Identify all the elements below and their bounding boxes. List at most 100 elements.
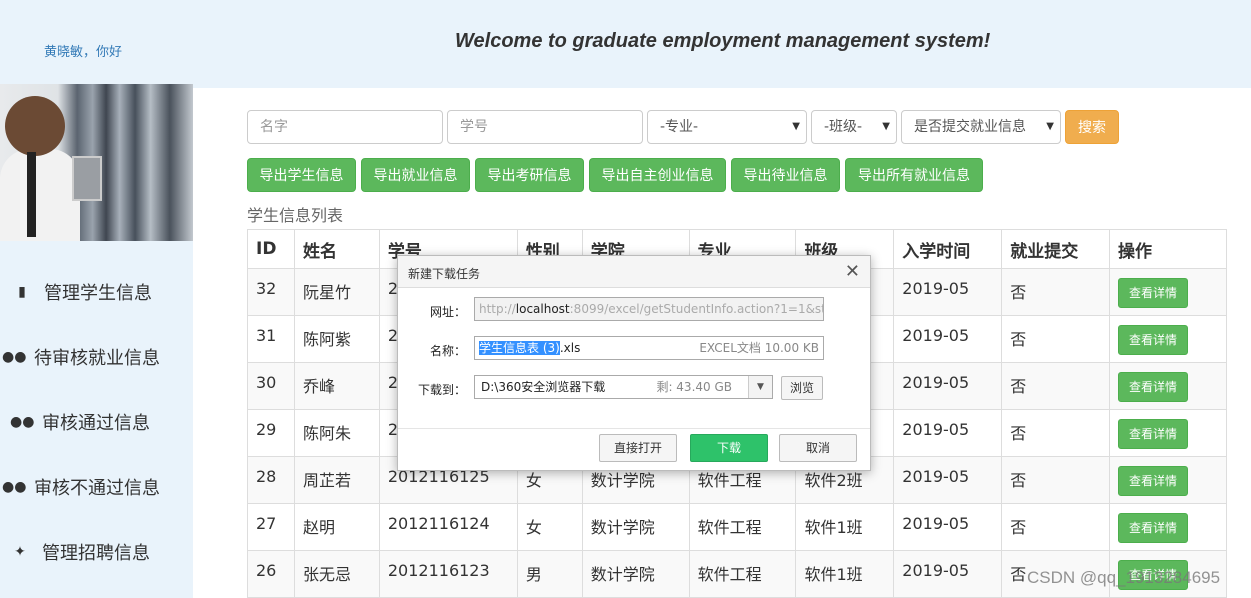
table-cell: 2012116123	[378, 550, 518, 598]
user-greeting: 黄晓敏，你好	[44, 45, 123, 60]
major-value: -专业-	[660, 119, 699, 135]
name-input[interactable]: 名字	[247, 110, 443, 144]
export-postgrad-button[interactable]: 导出考研信息	[475, 158, 584, 192]
table-cell: 陈阿朱	[293, 409, 380, 457]
export-students-button[interactable]: 导出学生信息	[247, 158, 356, 192]
url-field[interactable]: http://localhost:8099/excel/getStudentIn…	[474, 297, 824, 321]
download-button[interactable]: 下载	[690, 434, 768, 462]
submitted-select[interactable]: 是否提交就业信息 ▼	[901, 110, 1061, 144]
filename-field[interactable]: 学生信息表 (3).xls EXCEL文档 10.00 KB	[474, 336, 824, 360]
url-host: localhost	[515, 302, 570, 316]
table-cell: 否	[1001, 503, 1111, 551]
table-cell: 2019-05	[893, 503, 1003, 551]
table-cell: 2019-05	[893, 409, 1003, 457]
url-prefix: http://	[479, 302, 516, 316]
watermark: CSDN @qq_1913284695	[1027, 568, 1221, 587]
list-title: 学生信息列表	[247, 206, 344, 225]
users-icon: ●●	[2, 349, 27, 365]
table-cell: 否	[1001, 268, 1111, 316]
table-cell: 数计学院	[581, 503, 690, 551]
student-id-input[interactable]: 学号	[447, 110, 643, 144]
dest-path: D:\360安全浏览器下载	[481, 380, 606, 394]
filename-selected: 学生信息表 (3)	[479, 341, 560, 355]
book-icon: ▮	[18, 284, 26, 300]
export-all-button[interactable]: 导出所有就业信息	[845, 158, 983, 192]
table-cell: 26	[247, 550, 295, 598]
sidebar-item-label: 审核通过信息	[42, 413, 150, 434]
table-cell: 软件1班	[795, 550, 895, 598]
table-cell: 28	[247, 456, 295, 504]
table-cell: 乔峰	[293, 362, 380, 410]
search-button[interactable]: 搜索	[1065, 110, 1119, 144]
free-space: 剩: 43.40 GB	[656, 380, 732, 394]
table-cell: 查看详情	[1109, 362, 1227, 410]
view-details-button[interactable]: 查看详情	[1118, 278, 1189, 308]
table-cell: 31	[247, 315, 295, 363]
url-rest: :8099/excel/getStudentInfo.action?1=1&st…	[569, 302, 824, 316]
table-cell: 2019-05	[893, 362, 1003, 410]
table-cell: 2019-05	[893, 456, 1003, 504]
table-cell: 2019-05	[893, 315, 1003, 363]
table-cell: 女	[516, 503, 583, 551]
dest-label: 下载到：	[417, 383, 466, 397]
sidebar-item-label: 待审核就业信息	[34, 348, 160, 369]
table-row: 27 赵明 2012116124 女数计学院 软件工程 软件1班 2019-05 否查看详情	[247, 503, 1227, 551]
banner-image	[0, 84, 193, 241]
table-cell: 32	[247, 268, 295, 316]
major-select[interactable]: -专业- ▼	[647, 110, 807, 144]
table-cell: 否	[1001, 409, 1111, 457]
view-details-button[interactable]: 查看详情	[1118, 513, 1189, 543]
welcome-title: Welcome to graduate employment managemen…	[455, 30, 991, 52]
download-dialog: 新建下载任务 ✕ 网址： http://localhost:8099/excel…	[397, 255, 871, 471]
column-header: 操作	[1109, 229, 1227, 269]
sidebar-item-rejected[interactable]: ●● 审核不通过信息	[0, 467, 193, 507]
table-cell: 否	[1001, 362, 1111, 410]
dest-select[interactable]: D:\360安全浏览器下载 剩: 43.40 GB ▼	[474, 375, 773, 399]
dropdown-arrow-icon: ▼	[1046, 121, 1054, 132]
table-cell: 软件1班	[795, 503, 895, 551]
table-cell: 查看详情	[1109, 503, 1227, 551]
table-cell: 数计学院	[581, 550, 690, 598]
table-cell: 软件工程	[688, 550, 797, 598]
table-cell: 赵明	[293, 503, 380, 551]
table-cell: 2012116124	[378, 503, 518, 551]
browse-button[interactable]: 浏览	[781, 376, 823, 400]
column-header: ID	[247, 229, 295, 269]
filename-ext: .xls	[559, 341, 581, 355]
sidebar-item-label: 管理招聘信息	[42, 543, 150, 564]
table-cell: 2019-05	[893, 550, 1003, 598]
cancel-button[interactable]: 取消	[779, 434, 857, 462]
table-cell: 否	[1001, 315, 1111, 363]
submitted-value: 是否提交就业信息	[914, 119, 1026, 135]
class-value: -班级-	[824, 119, 863, 135]
table-cell: 30	[247, 362, 295, 410]
header: 黄晓敏，你好 Welcome to graduate employment ma…	[0, 0, 1251, 88]
table-cell: 陈阿紫	[293, 315, 380, 363]
sidebar-item-pending[interactable]: ●● 待审核就业信息	[0, 337, 193, 377]
table-cell: 查看详情	[1109, 456, 1227, 504]
view-details-button[interactable]: 查看详情	[1118, 372, 1189, 402]
sidebar-item-recruitment[interactable]: ✦ 管理招聘信息	[0, 532, 193, 572]
sidebar-item-label: 管理学生信息	[44, 283, 152, 304]
column-header: 就业提交	[1001, 229, 1111, 269]
view-details-button[interactable]: 查看详情	[1118, 325, 1189, 355]
view-details-button[interactable]: 查看详情	[1118, 419, 1189, 449]
dialog-title: 新建下载任务	[398, 256, 870, 288]
table-cell: 张无忌	[293, 550, 380, 598]
open-direct-button[interactable]: 直接打开	[599, 434, 677, 462]
table-cell: 否	[1001, 456, 1111, 504]
export-startup-button[interactable]: 导出自主创业信息	[589, 158, 726, 192]
name-label: 名称：	[429, 344, 466, 358]
export-unemployed-button[interactable]: 导出待业信息	[731, 158, 840, 192]
table-cell: 周芷若	[293, 456, 380, 504]
sidebar-item-approved[interactable]: ●● 审核通过信息	[0, 402, 193, 442]
export-employment-button[interactable]: 导出就业信息	[361, 158, 470, 192]
dropdown-arrow-icon[interactable]: ▼	[748, 376, 772, 398]
users-icon: ●●	[10, 414, 35, 430]
sidebar-item-manage-students[interactable]: ▮ 管理学生信息	[0, 272, 193, 312]
close-icon[interactable]: ✕	[845, 261, 860, 282]
table-cell: 2019-05	[893, 268, 1003, 316]
view-details-button[interactable]: 查看详情	[1118, 466, 1189, 496]
class-select[interactable]: -班级- ▼	[811, 110, 897, 144]
table-cell: 阮星竹	[293, 268, 380, 316]
